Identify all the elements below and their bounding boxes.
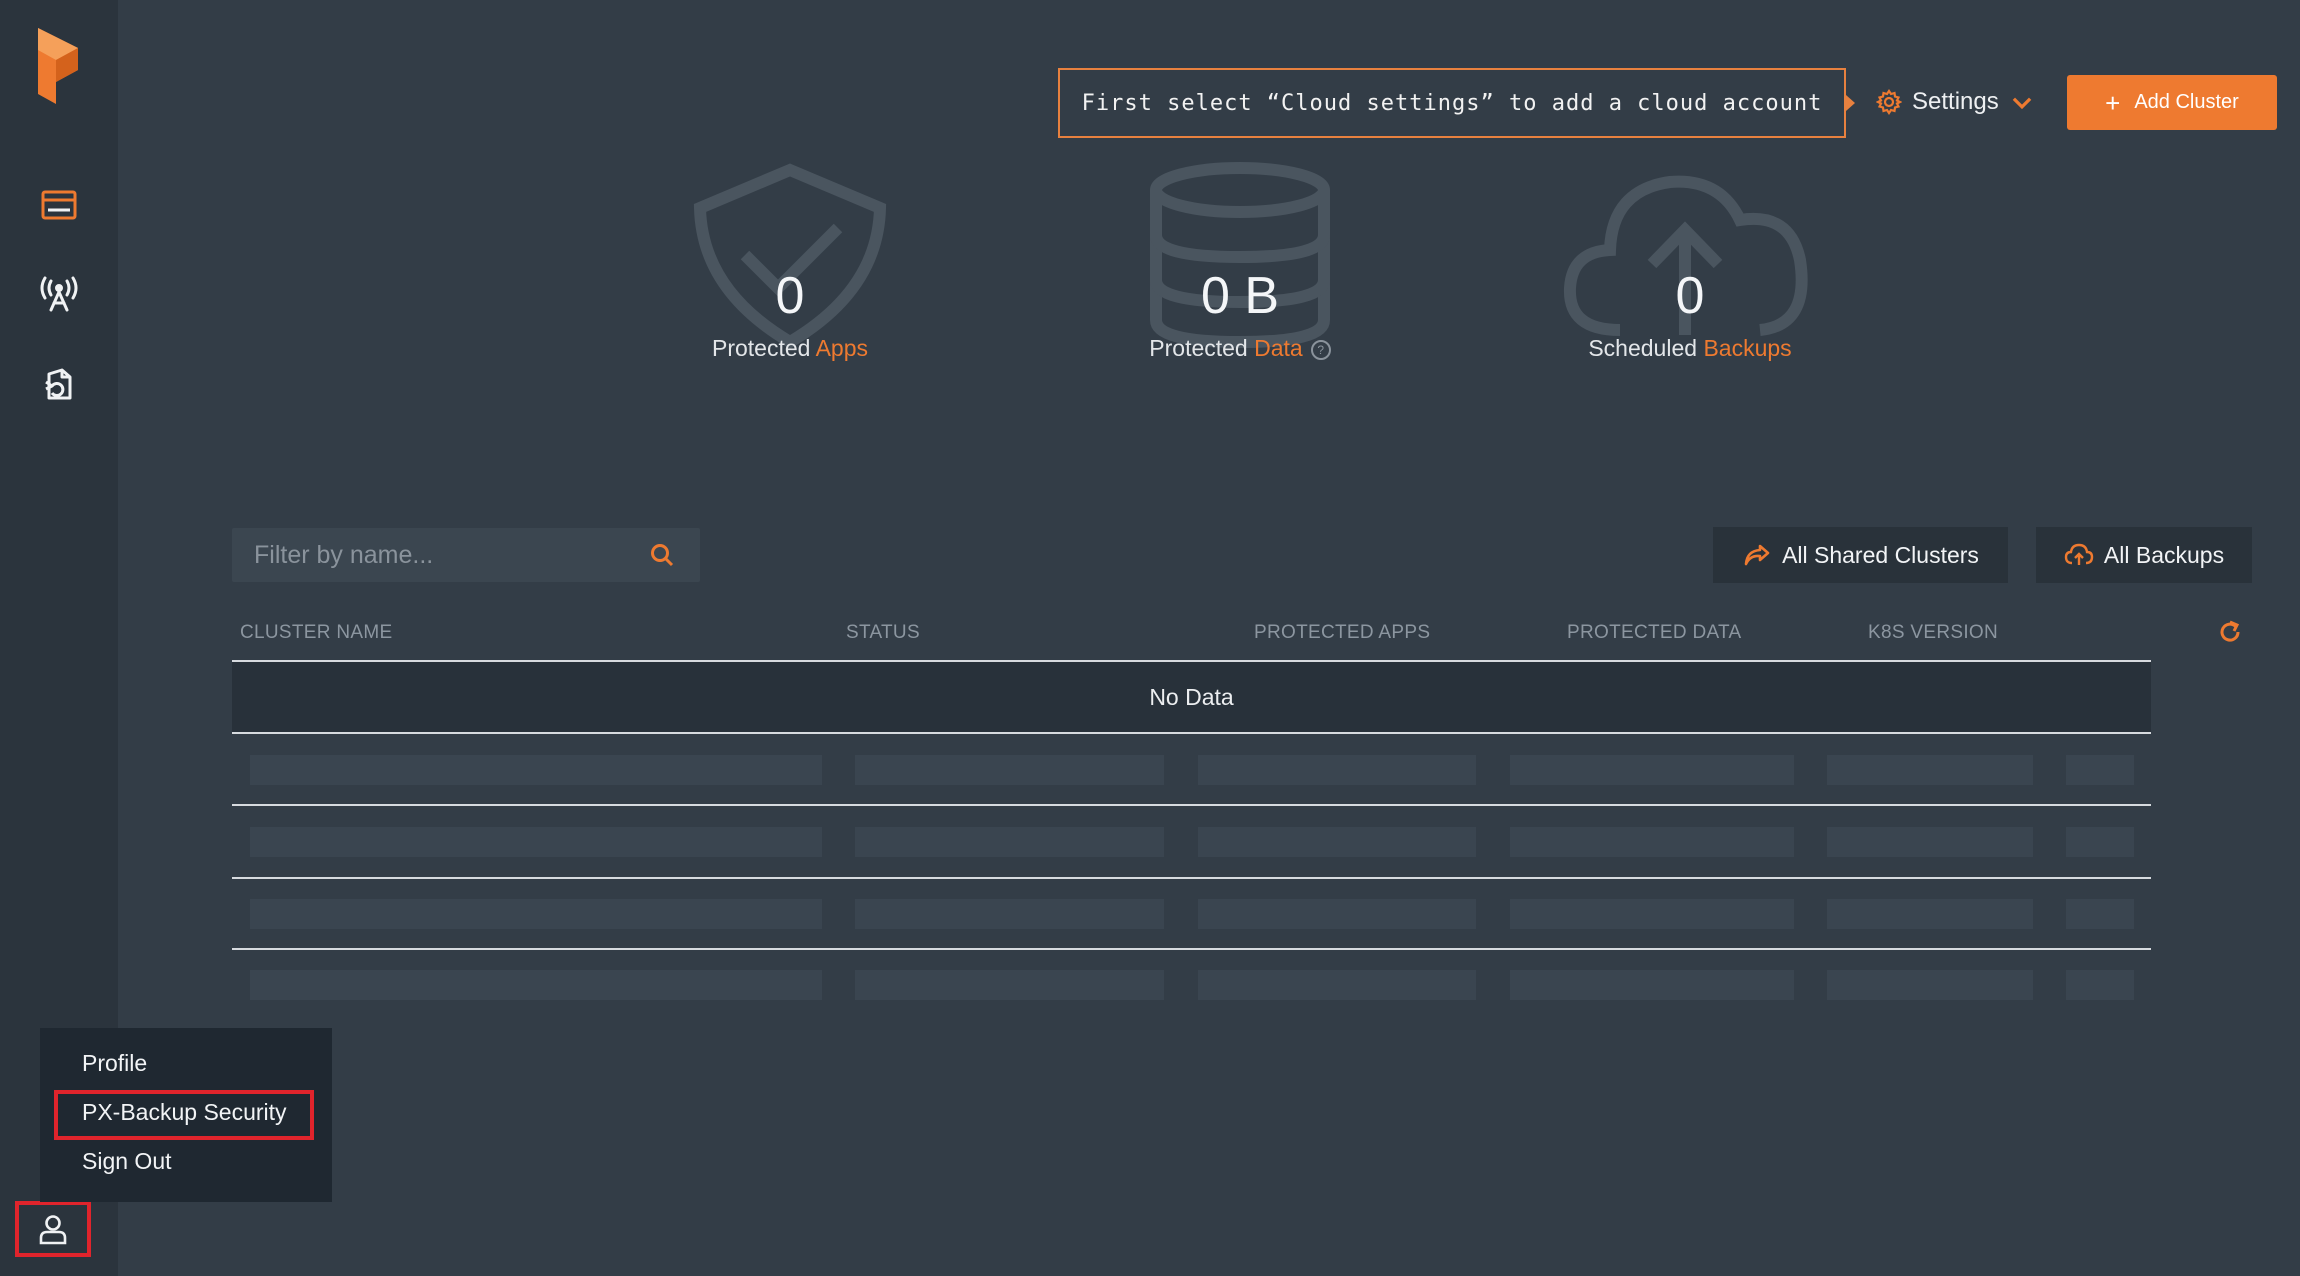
stat-scheduled-backups: 0 Scheduled Backups <box>1540 160 1840 380</box>
document-refresh-icon[interactable] <box>36 362 82 408</box>
search-icon[interactable] <box>648 541 676 569</box>
stat-value: 0 B <box>1200 267 1280 325</box>
menu-item-px-backup-security[interactable]: PX-Backup Security <box>82 1099 287 1126</box>
add-cluster-label: Add Cluster <box>2134 91 2239 113</box>
column-header-k8s-version[interactable]: K8S VERSION <box>1868 622 1998 644</box>
column-header-cluster-name[interactable]: CLUSTER NAME <box>240 622 392 644</box>
all-shared-clusters-label: All Shared Clusters <box>1782 541 1979 568</box>
chevron-down-icon <box>2012 97 2031 110</box>
menu-item-sign-out[interactable]: Sign Out <box>82 1148 172 1175</box>
portworx-logo-icon[interactable] <box>34 26 84 106</box>
user-icon <box>39 1215 67 1245</box>
table-divider <box>232 804 2151 806</box>
table-divider <box>232 732 2151 734</box>
all-shared-clusters-button[interactable]: All Shared Clusters <box>1713 527 2008 583</box>
cloud-settings-notice: First select “Cloud settings” to add a c… <box>1058 68 1846 138</box>
plus-icon: + <box>2105 87 2121 118</box>
stat-label: Protected Data? <box>1090 335 1390 362</box>
column-header-status[interactable]: STATUS <box>846 622 920 644</box>
settings-label: Settings <box>1912 88 1999 115</box>
stat-protected-apps: 0 Protected Apps <box>640 160 940 380</box>
help-icon[interactable]: ? <box>1310 339 1331 360</box>
refresh-icon[interactable] <box>2216 618 2244 646</box>
gear-icon <box>1876 89 1902 115</box>
browser-window-icon[interactable] <box>36 182 82 228</box>
share-icon <box>1744 544 1770 566</box>
all-backups-label: All Backups <box>2103 541 2225 568</box>
menu-item-profile[interactable]: Profile <box>82 1050 147 1077</box>
table-divider <box>232 877 2151 879</box>
add-cluster-button[interactable]: + Add Cluster <box>2067 75 2277 130</box>
stat-value: 0 <box>775 267 805 325</box>
table-divider <box>232 948 2151 950</box>
stat-value: 0 <box>1675 267 1705 325</box>
column-header-protected-apps[interactable]: PROTECTED APPS <box>1254 622 1430 644</box>
user-menu-button[interactable] <box>15 1201 91 1257</box>
cloud-upload-icon <box>2064 543 2094 565</box>
all-backups-button[interactable]: All Backups <box>2036 527 2252 583</box>
settings-dropdown[interactable]: Settings <box>1876 84 2035 120</box>
stat-protected-data: 0 B Protected Data? <box>1090 160 1390 380</box>
stat-label: Scheduled Backups <box>1588 335 1792 361</box>
user-menu: Profile PX-Backup Security Sign Out <box>40 1028 332 1202</box>
table-empty-row: No Data <box>232 662 2151 732</box>
notice-pointer <box>1846 95 1855 111</box>
stat-label: Protected Apps <box>711 335 868 361</box>
filter-input[interactable] <box>232 528 632 582</box>
broadcast-antenna-icon[interactable] <box>36 272 82 318</box>
filter-box <box>232 528 700 582</box>
column-header-protected-data[interactable]: PROTECTED DATA <box>1567 622 1742 644</box>
